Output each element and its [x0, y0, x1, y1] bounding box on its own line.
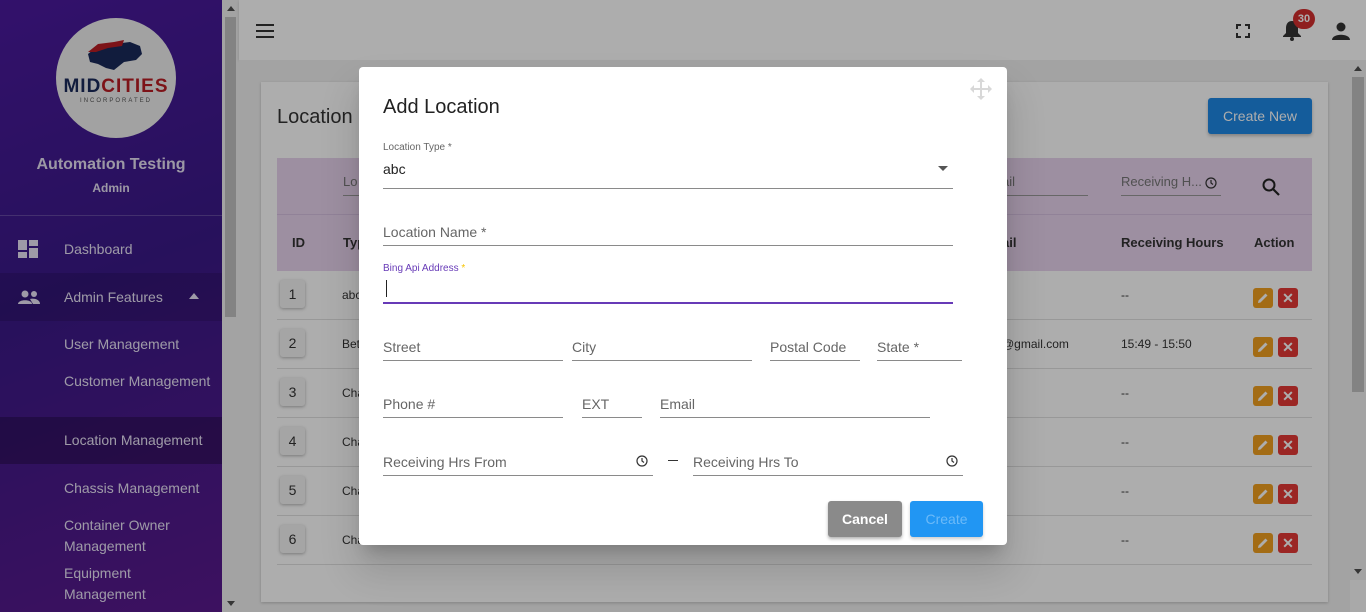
- state-input[interactable]: State *: [877, 337, 962, 361]
- email-input[interactable]: Email: [660, 394, 930, 418]
- create-button[interactable]: Create: [910, 501, 983, 537]
- field-underline: [383, 360, 563, 361]
- clock-icon[interactable]: [946, 455, 958, 467]
- ext-placeholder: EXT: [582, 396, 610, 412]
- location-name-input[interactable]: Location Name *: [383, 222, 953, 246]
- receiving-hrs-to-input[interactable]: Receiving Hrs To: [693, 452, 963, 476]
- location-type-label: Location Type *: [383, 142, 452, 153]
- field-underline: [383, 475, 653, 476]
- bing-api-address-label-text: Bing Api Address: [383, 263, 459, 274]
- drag-move-icon[interactable]: [969, 77, 993, 101]
- field-underline: [660, 417, 930, 418]
- dialog-title: Add Location: [383, 96, 500, 118]
- field-underline: [770, 360, 860, 361]
- field-underline: [383, 417, 563, 418]
- street-input[interactable]: Street: [383, 337, 563, 361]
- dropdown-arrow-icon: [938, 166, 948, 171]
- receiving-hrs-from-placeholder: Receiving Hrs From: [383, 454, 507, 470]
- required-star: *: [461, 263, 466, 274]
- cancel-button[interactable]: Cancel: [828, 501, 902, 537]
- ext-input[interactable]: EXT: [582, 394, 642, 418]
- field-underline: [582, 417, 642, 418]
- city-input[interactable]: City: [572, 337, 752, 361]
- clock-icon[interactable]: [636, 455, 648, 467]
- field-underline: [572, 360, 752, 361]
- range-dash: [668, 460, 678, 461]
- add-location-dialog: Add Location Location Type * abc Locatio…: [359, 67, 1007, 545]
- postal-code-input[interactable]: Postal Code: [770, 337, 860, 361]
- bing-api-address-label: Bing Api Address *: [383, 263, 465, 274]
- location-type-select[interactable]: Location Type * abc: [383, 142, 953, 189]
- text-cursor: [386, 280, 387, 297]
- city-placeholder: City: [572, 339, 597, 355]
- bing-api-address-input[interactable]: Bing Api Address *: [383, 263, 953, 304]
- phone-input[interactable]: Phone #: [383, 394, 563, 418]
- field-underline: [877, 360, 962, 361]
- receiving-hrs-to-placeholder: Receiving Hrs To: [693, 454, 799, 470]
- postal-code-placeholder: Postal Code: [770, 339, 847, 355]
- street-placeholder: Street: [383, 339, 421, 355]
- email-placeholder: Email: [660, 396, 696, 412]
- location-type-value: abc: [383, 161, 406, 177]
- field-underline: [383, 245, 953, 246]
- field-underline: [693, 475, 963, 476]
- location-name-placeholder: Location Name *: [383, 224, 487, 240]
- field-underline-focused: [383, 302, 953, 304]
- field-underline: [383, 188, 953, 189]
- receiving-hrs-from-input[interactable]: Receiving Hrs From: [383, 452, 653, 476]
- phone-placeholder: Phone #: [383, 396, 436, 412]
- state-placeholder: State *: [877, 339, 920, 355]
